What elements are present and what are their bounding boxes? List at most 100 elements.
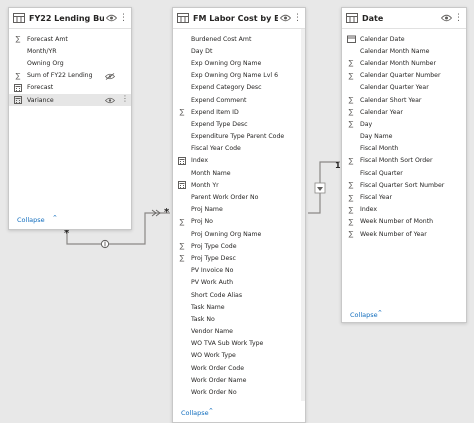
field-label: Calendar Month Number: [360, 59, 437, 67]
field-label: Calendar Year: [360, 108, 403, 116]
field-row[interactable]: PV Work Auth: [173, 277, 305, 289]
field-label: Sum of FY22 Lending: [27, 72, 93, 80]
field-row[interactable]: Expend Comment: [173, 94, 305, 106]
field-row[interactable]: WO Work Type: [173, 350, 305, 362]
field-row[interactable]: ∑ Calendar Quarter Number: [342, 70, 466, 82]
field-row[interactable]: Proj Owning Org Name: [173, 228, 305, 240]
field-row[interactable]: ∑ Calendar Short Year: [342, 94, 466, 106]
field-label: Proj Owning Org Name: [191, 230, 262, 238]
field-label: PV Invoice No: [191, 267, 234, 275]
more-options-icon[interactable]: ⋮: [293, 14, 302, 23]
field-row[interactable]: Proj Name: [173, 204, 305, 216]
field-label: Day Name: [360, 133, 393, 141]
field-row[interactable]: Expend Type Desc: [173, 118, 305, 130]
collapse-chevron-icon[interactable]: ⌃: [208, 407, 214, 415]
sigma-icon: ∑: [348, 156, 354, 165]
field-row[interactable]: Forecast: [9, 82, 131, 94]
more-options-icon[interactable]: ⋮: [454, 14, 463, 23]
field-row[interactable]: Fiscal Year Code: [173, 143, 305, 155]
field-row[interactable]: Calendar Date: [342, 33, 466, 45]
table-header[interactable]: Date ⋮: [342, 8, 466, 29]
field-row[interactable]: Task Name: [173, 301, 305, 313]
collapse-chevron-icon[interactable]: ⌃: [52, 214, 58, 222]
field-row[interactable]: ∑ Fiscal Year: [342, 191, 466, 203]
field-row[interactable]: Work Order Code: [173, 362, 305, 374]
more-options-icon[interactable]: ⋮: [119, 14, 128, 23]
field-row[interactable]: ∑ Week Number of Year: [342, 228, 466, 240]
collapse-chevron-icon[interactable]: ⌃: [377, 309, 383, 317]
field-label: Fiscal Quarter: [360, 169, 403, 177]
sigma-icon: ∑: [348, 205, 354, 214]
field-row[interactable]: ∑ Proj Type Code: [173, 240, 305, 252]
field-row[interactable]: Burdened Cost Amt: [173, 33, 305, 45]
field-row[interactable]: Expenditure Type Parent Code: [173, 131, 305, 143]
field-row[interactable]: ∑ Calendar Month Number: [342, 57, 466, 69]
field-label: Calendar Date: [360, 35, 405, 43]
field-row[interactable]: Work Order Name: [173, 374, 305, 386]
field-row[interactable]: Work Order No: [173, 386, 305, 398]
field-row[interactable]: ∑ Proj No: [173, 216, 305, 228]
field-row[interactable]: PV Invoice No: [173, 265, 305, 277]
field-row[interactable]: ∑ Sum of FY22 Lending: [9, 70, 131, 82]
collapse-link[interactable]: Collapse: [17, 216, 45, 224]
field-row[interactable]: Month Name: [173, 167, 305, 179]
more-options-icon[interactable]: ⋮: [121, 94, 129, 103]
table-card-fm-labor-cost[interactable]: FM Labor Cost by Expenditure ⋮ Burdened …: [172, 7, 306, 423]
field-row[interactable]: Vendor Name: [173, 326, 305, 338]
field-row[interactable]: ∑ Expend Item ID: [173, 106, 305, 118]
field-label: Task No: [191, 315, 215, 323]
table-card-fy22-lending-budget[interactable]: FY22 Lending Budget ⋮ ∑ Forecast Amt Month…: [8, 7, 132, 230]
field-row[interactable]: ∑ Calendar Year: [342, 106, 466, 118]
sigma-icon: ∑: [348, 96, 354, 105]
field-row[interactable]: ∑ Forecast Amt: [9, 33, 131, 45]
field-row[interactable]: Short Code Alias: [173, 289, 305, 301]
visibility-eye-icon[interactable]: [441, 14, 452, 22]
field-row[interactable]: Calendar Quarter Year: [342, 82, 466, 94]
calculator-icon: [177, 181, 187, 190]
calculator-icon: [13, 83, 23, 92]
field-row[interactable]: Exp Owning Org Name Lvl 6: [173, 70, 305, 82]
field-label: Proj No: [191, 218, 213, 226]
field-row[interactable]: Expend Category Desc: [173, 82, 305, 94]
table-card-date[interactable]: Date ⋮ Calendar Date Calendar Month Name ∑…: [341, 7, 467, 323]
field-row[interactable]: Parent Work Order No: [173, 191, 305, 203]
collapse-link[interactable]: Collapse: [181, 409, 209, 417]
field-row[interactable]: Exp Owning Org Name: [173, 57, 305, 69]
field-row[interactable]: Calendar Month Name: [342, 45, 466, 57]
field-label: Work Order No: [191, 389, 237, 397]
collapse-link[interactable]: Collapse: [350, 311, 378, 319]
hidden-eye-icon[interactable]: [105, 72, 115, 80]
field-row[interactable]: Variance ⋮: [9, 93, 131, 107]
sigma-icon: ∑: [15, 35, 21, 44]
table-header[interactable]: FM Labor Cost by Expenditure ⋮: [173, 8, 305, 29]
field-row[interactable]: ∑ Day: [342, 118, 466, 130]
field-row[interactable]: Fiscal Month: [342, 143, 466, 155]
field-row[interactable]: ∑ Fiscal Quarter Sort Number: [342, 179, 466, 191]
field-row[interactable]: Day Dt: [173, 45, 305, 57]
visibility-eye-icon[interactable]: [105, 97, 115, 104]
field-label: Fiscal Quarter Sort Number: [360, 181, 445, 189]
visibility-eye-icon[interactable]: [280, 14, 291, 22]
field-row[interactable]: Task No: [173, 313, 305, 325]
field-row[interactable]: Index: [173, 155, 305, 167]
field-row[interactable]: Day Name: [342, 131, 466, 143]
field-row[interactable]: Month Yr: [173, 179, 305, 191]
field-label: Exp Owning Org Name: [191, 59, 262, 67]
field-label: Fiscal Year: [360, 194, 393, 202]
field-row[interactable]: WO TVA Sub Work Type: [173, 338, 305, 350]
visibility-eye-icon[interactable]: [106, 14, 117, 22]
table-icon: [177, 13, 189, 23]
table-header[interactable]: FY22 Lending Budget ⋮: [9, 8, 131, 29]
field-row[interactable]: ∑ Fiscal Month Sort Order: [342, 155, 466, 167]
field-row[interactable]: ∑ Week Number of Month: [342, 216, 466, 228]
field-row[interactable]: ∑ Proj Type Desc: [173, 252, 305, 264]
field-row[interactable]: Owning Org: [9, 57, 131, 69]
sigma-icon: ∑: [179, 242, 185, 251]
field-row[interactable]: Month/YR: [9, 45, 131, 57]
field-label: Expenditure Type Parent Code: [191, 133, 285, 141]
field-row[interactable]: ∑ Index: [342, 204, 466, 216]
field-row[interactable]: Fiscal Quarter: [342, 167, 466, 179]
scrollbar[interactable]: [301, 29, 305, 401]
field-label: WO TVA Sub Work Type: [191, 340, 264, 348]
field-list: ∑ Forecast Amt Month/YR Owning Org ∑ Sum of F…: [9, 29, 131, 107]
